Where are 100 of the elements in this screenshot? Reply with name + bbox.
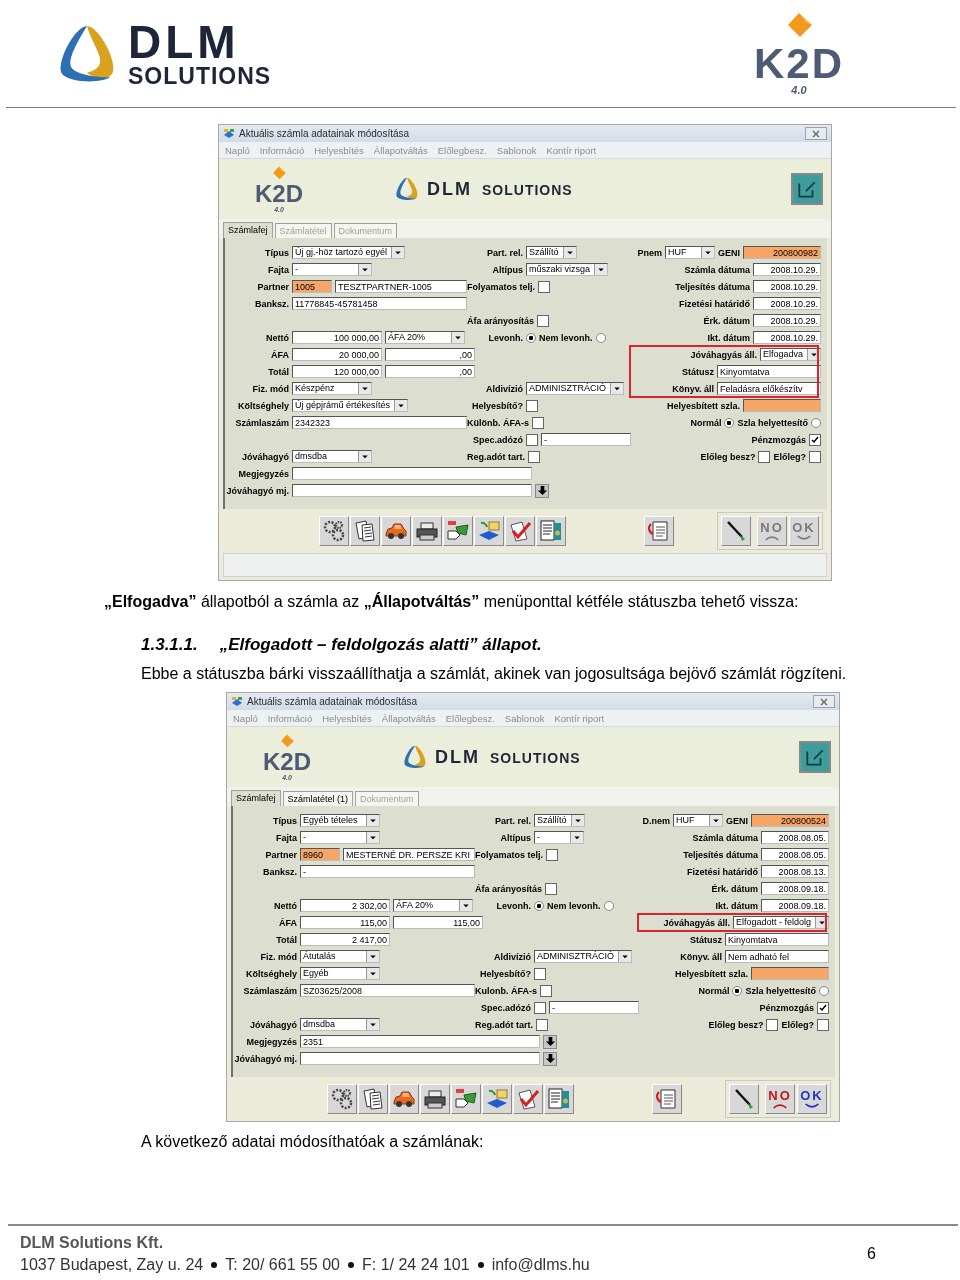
radio-button[interactable] bbox=[724, 417, 735, 428]
dropdown[interactable]: ÁFA 20% bbox=[385, 331, 465, 344]
memo-field[interactable] bbox=[292, 467, 532, 480]
edit-button[interactable] bbox=[799, 741, 831, 773]
dropdown[interactable]: Egyéb tételes bbox=[300, 814, 380, 827]
text-field[interactable]: SZ03625/2008 bbox=[300, 984, 475, 997]
key-field[interactable] bbox=[743, 399, 821, 412]
dropdown[interactable]: Készpénz bbox=[292, 382, 372, 395]
dropdown[interactable]: dmsdba bbox=[292, 450, 372, 463]
toolbar-button[interactable] bbox=[350, 516, 380, 546]
checkbox[interactable] bbox=[817, 1018, 829, 1031]
text-field[interactable]: Feladásra előkészítv bbox=[717, 382, 821, 395]
radio-button[interactable] bbox=[811, 417, 821, 428]
dropdown[interactable]: dmsdba bbox=[300, 1018, 380, 1031]
dropdown[interactable]: Új gj.-höz tartozó egyél bbox=[292, 246, 406, 259]
close-button[interactable] bbox=[805, 127, 827, 140]
down-arrow-button[interactable] bbox=[543, 1034, 557, 1049]
key-field[interactable]: 1005 bbox=[292, 280, 332, 293]
checkbox[interactable] bbox=[766, 1018, 779, 1031]
dropdown[interactable]: ADMINISZTRÁCIÓ bbox=[526, 382, 624, 395]
edit-button[interactable] bbox=[791, 173, 823, 205]
memo-field[interactable] bbox=[292, 484, 532, 497]
checkbox[interactable] bbox=[817, 1001, 829, 1014]
checkbox[interactable] bbox=[537, 314, 550, 327]
checkbox[interactable] bbox=[526, 433, 538, 446]
radio-button[interactable] bbox=[534, 900, 544, 911]
checkbox[interactable] bbox=[809, 433, 821, 446]
toolbar-button[interactable] bbox=[729, 1084, 759, 1114]
dropdown[interactable]: Új gépjrámű értékesítés bbox=[292, 399, 409, 412]
down-arrow-button[interactable] bbox=[543, 1051, 557, 1066]
tab[interactable]: Számlafej bbox=[231, 790, 281, 806]
text-field[interactable]: - bbox=[300, 865, 475, 878]
radio-button[interactable] bbox=[595, 332, 606, 343]
date-field[interactable]: 2008.10.29. bbox=[753, 331, 821, 344]
memo-field[interactable] bbox=[300, 1052, 540, 1065]
toolbar-button[interactable] bbox=[327, 1084, 357, 1114]
date-field[interactable]: 2008.10.29. bbox=[753, 263, 821, 276]
checkbox[interactable] bbox=[526, 399, 538, 412]
date-field[interactable]: 2008.08.05. bbox=[761, 831, 829, 844]
dropdown[interactable]: ÁFA 20% bbox=[393, 899, 473, 912]
amount-field[interactable]: ,00 bbox=[385, 365, 475, 378]
no-button[interactable]: NO bbox=[765, 1084, 795, 1114]
ok-button[interactable]: OK bbox=[797, 1084, 827, 1114]
dropdown[interactable]: Szállító bbox=[526, 246, 577, 259]
radio-button[interactable] bbox=[732, 985, 743, 996]
dropdown[interactable]: Szállító bbox=[534, 814, 585, 827]
amount-field[interactable]: 120 000,00 bbox=[292, 365, 382, 378]
amount-field[interactable]: 2 302,00 bbox=[300, 899, 390, 912]
tab[interactable]: Számlafej bbox=[223, 222, 273, 238]
text-field[interactable]: Nem adható fel bbox=[725, 950, 829, 963]
toolbar-button[interactable] bbox=[721, 516, 751, 546]
key-field[interactable] bbox=[751, 967, 829, 980]
toolbar-button[interactable] bbox=[474, 516, 504, 546]
date-field[interactable]: 2008.09.18. bbox=[761, 882, 829, 895]
dropdown[interactable]: - bbox=[534, 831, 584, 844]
checkbox[interactable] bbox=[540, 984, 552, 997]
dropdown[interactable]: - bbox=[292, 263, 372, 276]
text-field[interactable]: Kinyomtatva bbox=[725, 933, 829, 946]
radio-button[interactable] bbox=[603, 900, 614, 911]
toolbar-button[interactable] bbox=[420, 1084, 450, 1114]
toolbar-button[interactable] bbox=[482, 1084, 512, 1114]
date-field[interactable]: 2008.08.05. bbox=[761, 848, 829, 861]
date-field[interactable]: 2008.10.29. bbox=[753, 297, 821, 310]
text-field[interactable]: MESTERNÉ DR. PERSZE KRI bbox=[343, 848, 475, 861]
key-field[interactable]: 8960 bbox=[300, 848, 340, 861]
checkbox[interactable] bbox=[534, 1001, 546, 1014]
date-field[interactable]: 2008.09.18. bbox=[761, 899, 829, 912]
checkbox[interactable] bbox=[528, 450, 540, 463]
amount-field[interactable]: 20 000,00 bbox=[292, 348, 382, 361]
dropdown[interactable]: - bbox=[300, 831, 380, 844]
dropdown[interactable]: HUF bbox=[673, 814, 723, 827]
dropdown[interactable]: Elfogadott - feldolg bbox=[732, 916, 829, 929]
toolbar-button[interactable] bbox=[443, 516, 473, 546]
amount-field[interactable]: 115,00 bbox=[300, 916, 390, 929]
text-field[interactable]: Kinyomtatva bbox=[717, 365, 821, 378]
text-field[interactable]: 11778845-45781458 bbox=[292, 297, 467, 310]
checkbox[interactable] bbox=[538, 280, 551, 293]
text-field[interactable]: TESZTPARTNER-1005 bbox=[335, 280, 467, 293]
checkbox[interactable] bbox=[536, 1018, 548, 1031]
toolbar-button[interactable] bbox=[389, 1084, 419, 1114]
checkbox[interactable] bbox=[546, 848, 559, 861]
memo-field[interactable]: 2351 bbox=[300, 1035, 540, 1048]
text-field[interactable]: - bbox=[549, 1001, 639, 1014]
toolbar-button[interactable] bbox=[358, 1084, 388, 1114]
toolbar-button[interactable] bbox=[412, 516, 442, 546]
checkbox[interactable] bbox=[758, 450, 771, 463]
key-field[interactable]: 200800524 bbox=[751, 814, 829, 827]
toolbar-button[interactable] bbox=[319, 516, 349, 546]
checkbox[interactable] bbox=[545, 882, 558, 895]
amount-field[interactable]: ,00 bbox=[385, 348, 475, 361]
checkbox[interactable] bbox=[532, 416, 544, 429]
toolbar-button[interactable] bbox=[381, 516, 411, 546]
checkbox[interactable] bbox=[534, 967, 546, 980]
dropdown[interactable]: Elfogadva bbox=[759, 348, 821, 361]
radio-button[interactable] bbox=[526, 332, 536, 343]
toolbar-button[interactable] bbox=[451, 1084, 481, 1114]
date-field[interactable]: 2008.08.13. bbox=[761, 865, 829, 878]
amount-field[interactable]: 115,00 bbox=[393, 916, 483, 929]
tab[interactable]: Számlatétel (1) bbox=[282, 791, 354, 806]
dropdown[interactable]: Átutalás bbox=[300, 950, 380, 963]
